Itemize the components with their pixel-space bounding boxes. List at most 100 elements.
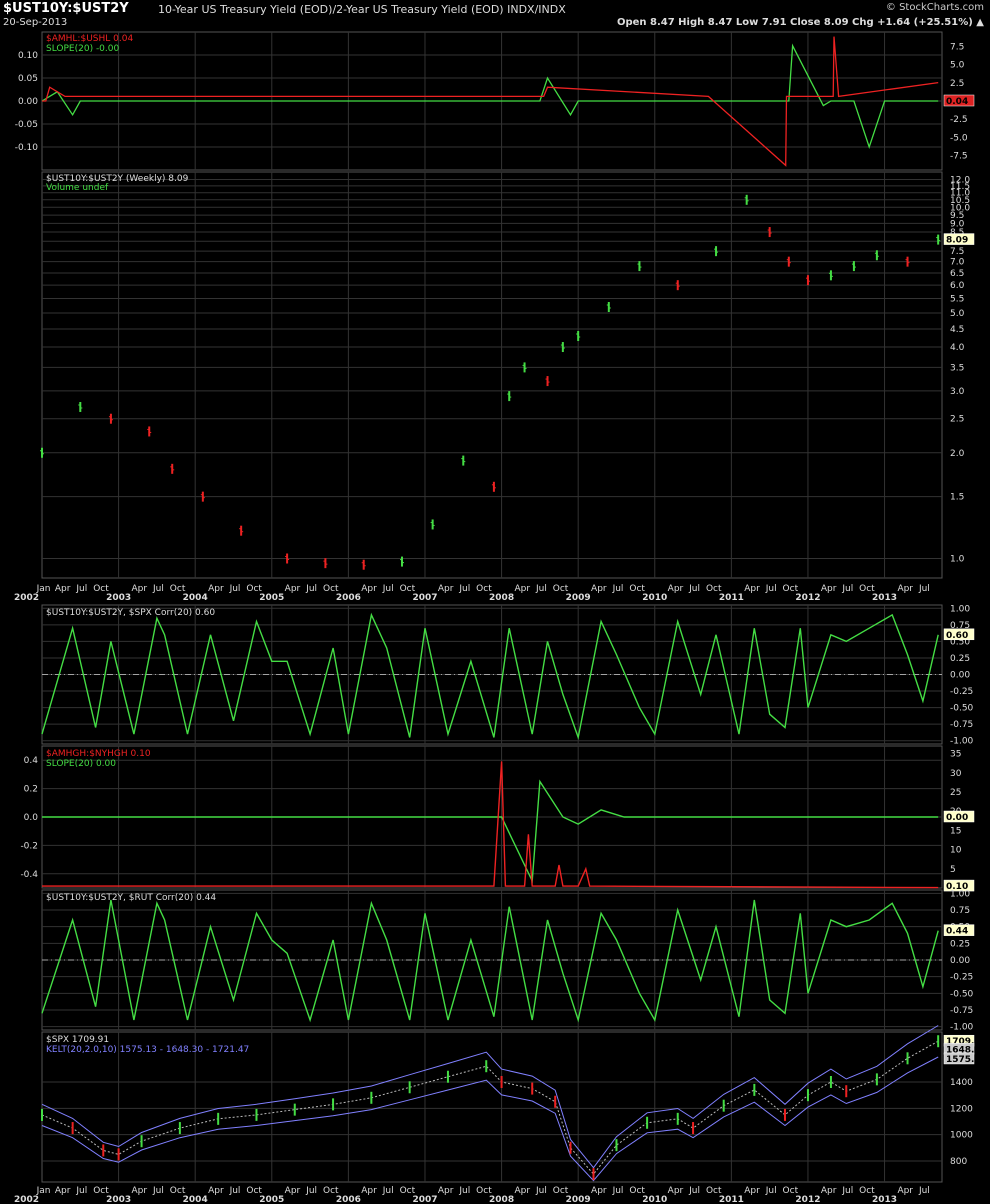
amhgh-tick-label: 0.4: [24, 756, 39, 766]
xaxis-top-month-label: Jul: [75, 584, 87, 594]
xaxis-bottom-month-label: Apr: [744, 1186, 760, 1196]
amhl-tick-label: -0.10: [15, 143, 39, 153]
amhgh-slope-badge: 0.00: [946, 813, 968, 823]
ratio-tick-label: 3.0: [950, 387, 965, 397]
xaxis-top-year-label: 2007: [412, 593, 437, 603]
xaxis-bottom-month-label: Jul: [75, 1186, 87, 1196]
corr-spx-series-line: [41, 612, 939, 741]
xaxis-bottom-month-label: Jul: [765, 1186, 777, 1196]
xaxis-top-month-label: Jul: [458, 584, 470, 594]
xaxis-bottom-month-label: Apr: [514, 1186, 530, 1196]
xaxis-bottom-month-label: Apr: [591, 1186, 607, 1196]
amhgh-slope-legend: SLOPE(20) 0.00: [46, 759, 116, 769]
xaxis-bottom-month-label: Apr: [668, 1186, 684, 1196]
chart-canvas: 0.10 0.05 0.00 -0.05 -0.10 7.5 5.0 2.5 0.0 -2.5 -5…: [14, 31, 987, 1204]
xaxis-top-year-label: 2004: [183, 593, 208, 603]
corr-spx-tick-label: 1.00: [950, 604, 970, 614]
amhl-tick-label: 0.10: [18, 51, 38, 61]
corr-spx-tick-label: 0.25: [950, 654, 970, 664]
xaxis-bottom-month-label: Apr: [361, 1186, 377, 1196]
ratio-tick-label: 1.0: [950, 554, 965, 564]
corr-spx-tick-label: 0.00: [950, 671, 970, 681]
ratio-tick-label: 5.0: [950, 309, 965, 319]
xaxis-top-month-label: Jul: [918, 584, 930, 594]
xaxis-top-month-label: Jul: [612, 584, 624, 594]
amhgh-tick-label: 0.2: [24, 785, 38, 795]
xaxis-bottom-month-label: Jul: [841, 1186, 853, 1196]
xaxis-bottom-year-label: 2012: [795, 1195, 820, 1204]
xaxis-bottom-month-label: Apr: [897, 1186, 913, 1196]
amhl-badge: 0.04: [946, 97, 968, 107]
xaxis-top-year-label: 2013: [872, 593, 897, 603]
xaxis-bottom-year-label: 2009: [566, 1195, 591, 1204]
xaxis-top-year-label: 2011: [719, 593, 744, 603]
ratio-tick-label: 5.5: [950, 294, 964, 304]
corr-rut-tick-label: 1.00: [950, 889, 970, 899]
spx-kelt-middle: [41, 1040, 939, 1175]
xaxis-bottom-year-label: 2008: [489, 1195, 514, 1204]
xaxis-bottom-month-label: Jul: [305, 1186, 317, 1196]
xaxis-bottom-month-label: Apr: [821, 1186, 837, 1196]
amhl-tick-label: -5.0: [950, 133, 968, 143]
xaxis-top-month-label: Apr: [55, 584, 71, 594]
amhgh-tick-label: -0.2: [20, 841, 38, 851]
xaxis-bottom-month-label: Jul: [152, 1186, 164, 1196]
amhl-tick-label: 5.0: [950, 61, 965, 71]
xaxis-bottom-year-label: 2007: [412, 1195, 437, 1204]
ratio-tick-label: 4.5: [950, 325, 964, 335]
xaxis-top-year-label: 2002: [14, 593, 39, 603]
corr-rut-tick-label: 0.75: [950, 906, 970, 916]
ratio-tick-label: 2.5: [950, 415, 964, 425]
corr-spx-tick-label: -0.50: [950, 704, 974, 714]
xaxis-bottom-month-label: Jul: [918, 1186, 930, 1196]
xaxis-bottom-month-label: Apr: [55, 1186, 71, 1196]
amhgh-tick-label: 5: [950, 865, 956, 875]
xaxis-top-month-label: Jul: [152, 584, 164, 594]
spx-kelt-legend: KELT(20,2.0,10) 1575.13 - 1648.30 - 1721…: [46, 1045, 249, 1055]
xaxis-top-month-label: Jul: [688, 584, 700, 594]
spx-tick-label: 1200: [950, 1104, 973, 1114]
xaxis-top-month-label: Apr: [668, 584, 684, 594]
xaxis-top-month-label: Apr: [897, 584, 913, 594]
xaxis-bottom-year-label: 2011: [719, 1195, 744, 1204]
corr-rut-tick-label: -0.50: [950, 989, 974, 999]
xaxis-bottom-month-label: Apr: [208, 1186, 224, 1196]
corr-rut-legend: $UST10Y:$UST2Y, $RUT Corr(20) 0.44: [46, 893, 216, 903]
ratio-tick-label: 7.5: [950, 247, 964, 257]
ratio-frame: [41, 171, 943, 579]
ratio-tick-label: 1.5: [950, 493, 964, 503]
xaxis-bottom-month-label: Jul: [688, 1186, 700, 1196]
xaxis-top-month-label: Apr: [285, 584, 301, 594]
corr-spx-tick-label: -1.00: [950, 737, 974, 747]
amhgh-tick-label: -0.4: [20, 870, 38, 880]
xaxis-bottom-month-label: Apr: [438, 1186, 454, 1196]
amhl-tick-label: -0.05: [15, 120, 38, 130]
spx-tick-label: 1000: [950, 1131, 973, 1141]
amhgh-ratio-legend: $AMHGH:$NYHGH 0.10: [46, 749, 151, 759]
amhgh-ratio-line: [42, 761, 939, 889]
amhgh-tick-label: 25: [950, 788, 961, 798]
amhgh-tick-label: 0.0: [24, 813, 39, 823]
xaxis-bottom-year-label: 2010: [642, 1195, 667, 1204]
xaxis-bottom-month-label: Jul: [382, 1186, 394, 1196]
xaxis-top-month-label: Jul: [841, 584, 853, 594]
amhgh-tick-label: 35: [950, 750, 961, 760]
xaxis-top-year-label: 2012: [795, 593, 820, 603]
xaxis-top-month-label: Apr: [744, 584, 760, 594]
spx-kelt-low-badge: 1575.13: [946, 1055, 987, 1065]
amhgh-tick-label: 10: [950, 846, 962, 856]
xaxis-top-month-label: Apr: [208, 584, 224, 594]
spx-kelt-lower: [41, 1056, 939, 1182]
amhl-tick-label: -2.5: [950, 115, 968, 125]
xaxis-top-month-label: Apr: [514, 584, 530, 594]
xaxis-bottom-month-label: Apr: [285, 1186, 301, 1196]
xaxis-bottom-year-label: 2003: [106, 1195, 131, 1204]
spx-tick-label: 800: [950, 1157, 967, 1167]
xaxis-bottom-year-label: 2005: [259, 1195, 284, 1204]
amhl-ratio-legend: $AMHL:$USHL 0.04: [46, 34, 133, 44]
xaxis-top-year-label: 2003: [106, 593, 131, 603]
xaxis-top-month-label: Jul: [535, 584, 547, 594]
xaxis-top-month-label: Apr: [131, 584, 147, 594]
xaxis-bottom-year-label: 2006: [336, 1195, 361, 1204]
amhl-tick-label: 2.5: [950, 79, 964, 89]
